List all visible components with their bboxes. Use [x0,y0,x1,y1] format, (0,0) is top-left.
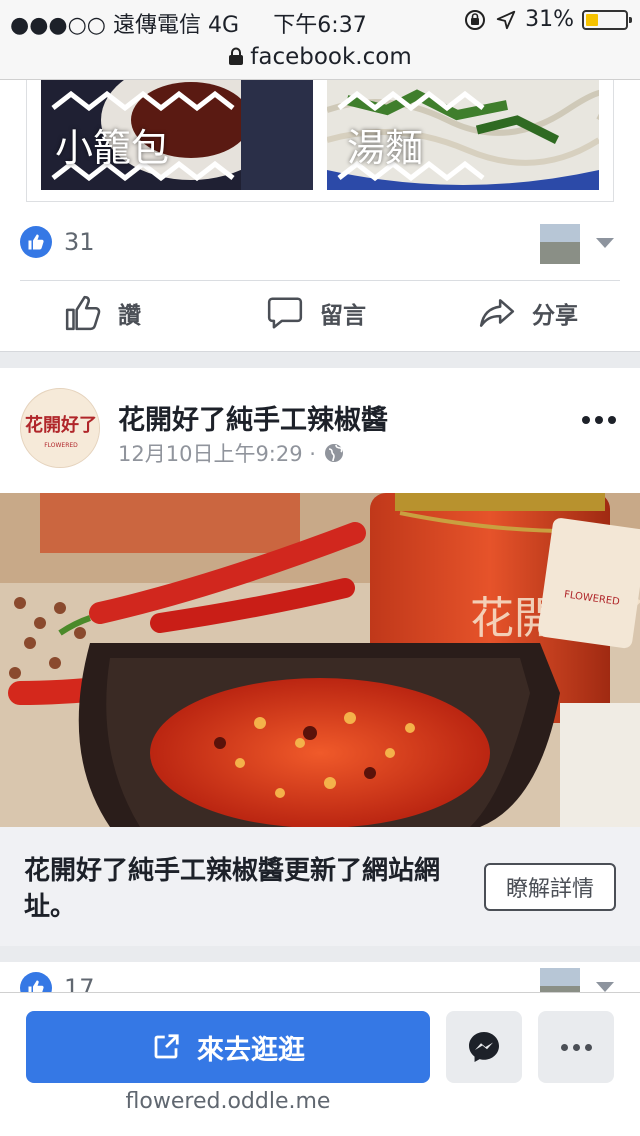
photo-thumb-noodles[interactable]: 湯麵 [327,80,599,190]
cta-label: 來去逛逛 [197,1034,305,1066]
page-name-link[interactable]: 花開好了純手工辣椒醬 [118,398,388,437]
address-bar[interactable]: facebook.com [0,40,640,80]
share-button[interactable]: 分享 [478,294,578,332]
timestamp-text: 12月10日上午9:29 · [118,442,316,466]
divider [20,280,620,281]
like-reaction-icon [20,226,52,258]
globe-icon [324,444,343,462]
url-text: facebook.com [250,44,412,70]
page-avatar[interactable]: 花開好了 FLOWERED [20,388,100,468]
post-actions: 讚 留言 分享 [0,294,640,338]
reactions-summary[interactable]: 31 [20,226,95,258]
learn-more-button[interactable]: 瞭解詳情 [484,863,616,911]
post-timestamp[interactable]: 12月10日上午9:29 · [118,438,344,468]
chevron-down-icon[interactable] [596,238,614,248]
like-button[interactable]: 讚 [64,294,141,332]
more-options-icon[interactable] [538,1011,614,1083]
status-bar: ●●●○○ 遠傳電信 4G 下午6:37 31% [0,0,640,40]
link-title: 花開好了純手工辣椒醬更新了網站網址。 [24,856,441,922]
cta-bar: 來去逛逛 flowered.oddle.me [0,992,640,1136]
like-label: 讚 [118,303,141,329]
photo-thumb-xiaolongbao[interactable]: 小籠包 [41,80,313,190]
comment-label: 留言 [320,303,366,329]
location-icon [496,10,516,29]
chevron-down-icon[interactable] [596,982,614,992]
battery-level [586,13,598,26]
messenger-button[interactable] [446,1011,522,1083]
post-card: 小籠包 湯麵 31 讚 留言 分享 [0,80,640,352]
battery-percent: 31% [525,7,574,32]
chili-sauce-photo: 花開好了 FLOWERED [0,493,640,827]
thumbs-up-icon [65,295,101,331]
share-label: 分享 [532,303,578,329]
comment-icon [267,297,303,329]
link-domain: flowered.oddle.me [125,1089,331,1114]
more-options-icon[interactable] [582,416,616,424]
like-count: 31 [64,228,95,256]
post-photo[interactable]: 花開好了 FLOWERED [0,493,640,827]
photo-label: 湯麵 [347,126,424,170]
rotation-lock-icon [465,9,486,30]
external-link-icon [154,1034,179,1059]
messenger-icon [469,1032,499,1062]
share-icon [479,299,515,327]
lock-icon [229,47,244,65]
comment-button[interactable]: 留言 [266,294,366,332]
link-preview[interactable]: 花開好了純手工辣椒醬更新了網站網址。 瞭解詳情 [0,827,640,946]
viewer-avatar[interactable] [540,224,580,264]
battery-icon [582,9,632,30]
post-card: 花開好了 FLOWERED 花開好了純手工辣椒醬 12月10日上午9:29 · [0,368,640,946]
photo-label: 小籠包 [55,126,170,170]
avatar-brand-text: FLOWERED [44,442,78,449]
photo-grid: 小籠包 湯麵 [26,80,614,202]
shop-now-button[interactable]: 來去逛逛 [26,1011,430,1083]
avatar-logo-text: 花開好了 [25,414,97,436]
